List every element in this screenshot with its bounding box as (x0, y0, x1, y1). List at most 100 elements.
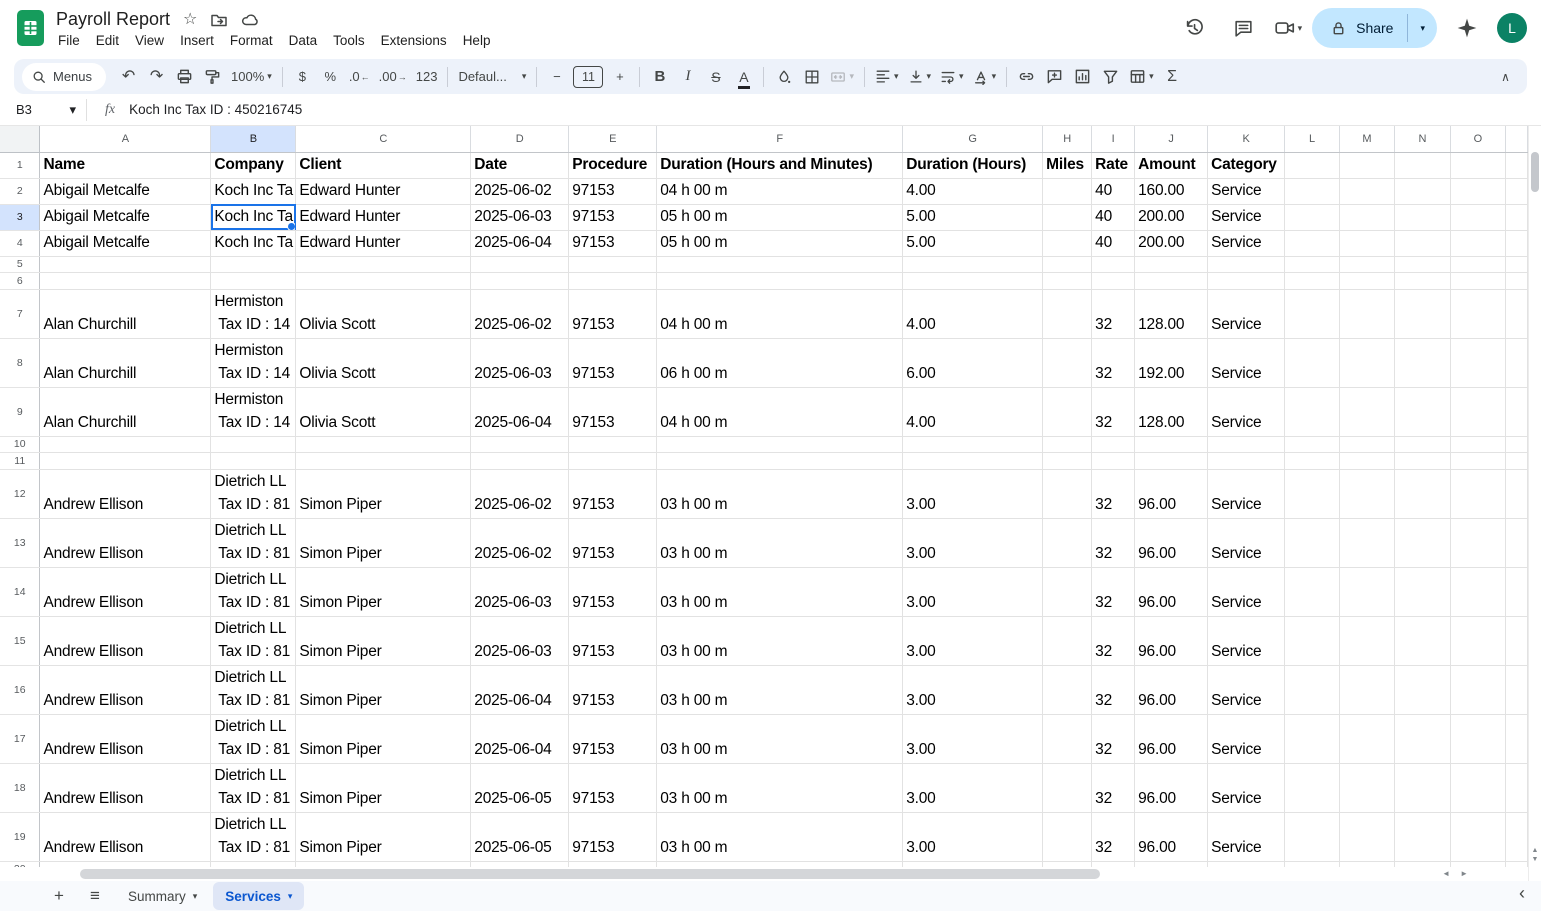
paint-format-button[interactable] (199, 63, 226, 90)
cell-E13[interactable]: 97153 (568, 518, 658, 568)
cell-F5[interactable] (656, 256, 904, 273)
cell-G10[interactable] (902, 436, 1044, 453)
cell-E8[interactable]: 97153 (568, 338, 658, 388)
cell-L17[interactable] (1284, 714, 1341, 764)
cell-D13[interactable]: 2025-06-02 (470, 518, 570, 568)
menu-view[interactable]: View (127, 30, 172, 51)
cell-L11[interactable] (1284, 452, 1341, 470)
cell-extra10[interactable] (1505, 436, 1528, 453)
cell-L14[interactable] (1284, 567, 1341, 617)
increase-font-size-button[interactable]: + (606, 63, 633, 90)
cell-I17[interactable]: 32 (1091, 714, 1136, 764)
cell-M4[interactable] (1339, 230, 1395, 257)
menus-search[interactable]: Menus (22, 62, 107, 91)
cell-C10[interactable] (295, 436, 472, 453)
cell-O4[interactable] (1450, 230, 1506, 257)
cell-D12[interactable]: 2025-06-02 (470, 469, 570, 519)
cell-F13[interactable]: 03 h 00 m (656, 518, 904, 568)
more-formats-button[interactable]: 123 (412, 63, 442, 90)
cell-O2[interactable] (1450, 178, 1506, 205)
cell-A2[interactable]: Abigail Metcalfe (39, 178, 212, 205)
cell-K13[interactable]: Service (1207, 518, 1286, 568)
cell-N11[interactable] (1394, 452, 1451, 470)
cell-M16[interactable] (1339, 665, 1395, 715)
cell-E16[interactable]: 97153 (568, 665, 658, 715)
cell-I7[interactable]: 32 (1091, 289, 1136, 339)
cell-C14[interactable]: Simon Piper (295, 567, 472, 617)
cell-B2[interactable]: Koch Inc Ta (210, 178, 297, 205)
scroll-left-icon[interactable]: ◄ (1442, 869, 1450, 879)
decrease-font-size-button[interactable]: − (543, 63, 570, 90)
cell-C12[interactable]: Simon Piper (295, 469, 472, 519)
cell-N16[interactable] (1394, 665, 1451, 715)
col-header-H[interactable]: H (1042, 126, 1093, 153)
row-header-8[interactable]: 8 (0, 338, 41, 388)
cell-L12[interactable] (1284, 469, 1341, 519)
avatar[interactable]: L (1497, 13, 1527, 43)
cell-extra19[interactable] (1505, 812, 1528, 862)
cell-M12[interactable] (1339, 469, 1395, 519)
cell-J11[interactable] (1134, 452, 1209, 470)
cell-B10[interactable] (210, 436, 297, 453)
horizontal-scroll-thumb[interactable] (80, 869, 1100, 879)
cell-B6[interactable] (210, 272, 297, 290)
increase-decimal-button[interactable]: .00 → (375, 63, 411, 90)
row-header-11[interactable]: 11 (0, 452, 41, 470)
cell-M9[interactable] (1339, 387, 1395, 437)
cell-B11[interactable] (210, 452, 297, 470)
row-header-6[interactable]: 6 (0, 272, 41, 290)
cell-N12[interactable] (1394, 469, 1451, 519)
cell-E1[interactable]: Procedure (568, 152, 658, 179)
move-folder-icon[interactable] (210, 11, 228, 29)
horizontal-scrollbar[interactable]: ◄ ► (0, 867, 1528, 881)
cell-O12[interactable] (1450, 469, 1506, 519)
cell-B12[interactable]: Dietrich LL Tax ID : 81 (210, 469, 297, 519)
cell-K9[interactable]: Service (1207, 387, 1286, 437)
cell-B3[interactable]: Koch Inc Ta (210, 204, 297, 231)
cell-E11[interactable] (568, 452, 658, 470)
cell-C9[interactable]: Olivia Scott (295, 387, 472, 437)
cell-L7[interactable] (1284, 289, 1341, 339)
row-header-2[interactable]: 2 (0, 178, 41, 205)
cell-O8[interactable] (1450, 338, 1506, 388)
cell-E15[interactable]: 97153 (568, 616, 658, 666)
cell-F19[interactable]: 03 h 00 m (656, 812, 904, 862)
cell-F9[interactable]: 04 h 00 m (656, 387, 904, 437)
row-header-9[interactable]: 9 (0, 387, 41, 437)
cell-I4[interactable]: 40 (1091, 230, 1136, 257)
cell-M18[interactable] (1339, 763, 1395, 813)
horizontal-scroll-arrows[interactable]: ◄ ► (1442, 869, 1468, 879)
row-header-14[interactable]: 14 (0, 567, 41, 617)
row-header-17[interactable]: 17 (0, 714, 41, 764)
horizontal-align-button[interactable]: ▾ (871, 63, 903, 90)
cell-O17[interactable] (1450, 714, 1506, 764)
cell-G7[interactable]: 4.00 (902, 289, 1044, 339)
cell-L18[interactable] (1284, 763, 1341, 813)
cell-M13[interactable] (1339, 518, 1395, 568)
cell-O7[interactable] (1450, 289, 1506, 339)
cell-L8[interactable] (1284, 338, 1341, 388)
tab-services[interactable]: Services ▾ (213, 882, 305, 910)
cell-L3[interactable] (1284, 204, 1341, 231)
cell-D5[interactable] (470, 256, 570, 273)
cell-J19[interactable]: 96.00 (1134, 812, 1209, 862)
cell-G11[interactable] (902, 452, 1044, 470)
row-header-18[interactable]: 18 (0, 763, 41, 813)
cell-C3[interactable]: Edward Hunter (295, 204, 472, 231)
cell-K17[interactable]: Service (1207, 714, 1286, 764)
row-header-4[interactable]: 4 (0, 230, 41, 257)
cell-H14[interactable] (1042, 567, 1093, 617)
cell-H5[interactable] (1042, 256, 1093, 273)
cell-E4[interactable]: 97153 (568, 230, 658, 257)
cell-C4[interactable]: Edward Hunter (295, 230, 472, 257)
cell-A18[interactable]: Andrew Ellison (39, 763, 212, 813)
cell-C19[interactable]: Simon Piper (295, 812, 472, 862)
cell-D19[interactable]: 2025-06-05 (470, 812, 570, 862)
redo-button[interactable]: ↷ (143, 63, 170, 90)
col-header-N[interactable]: N (1394, 126, 1451, 153)
cell-H16[interactable] (1042, 665, 1093, 715)
bold-button[interactable]: B (646, 63, 673, 90)
cell-extra16[interactable] (1505, 665, 1528, 715)
row-header-10[interactable]: 10 (0, 436, 41, 453)
create-filter-button[interactable] (1097, 63, 1124, 90)
